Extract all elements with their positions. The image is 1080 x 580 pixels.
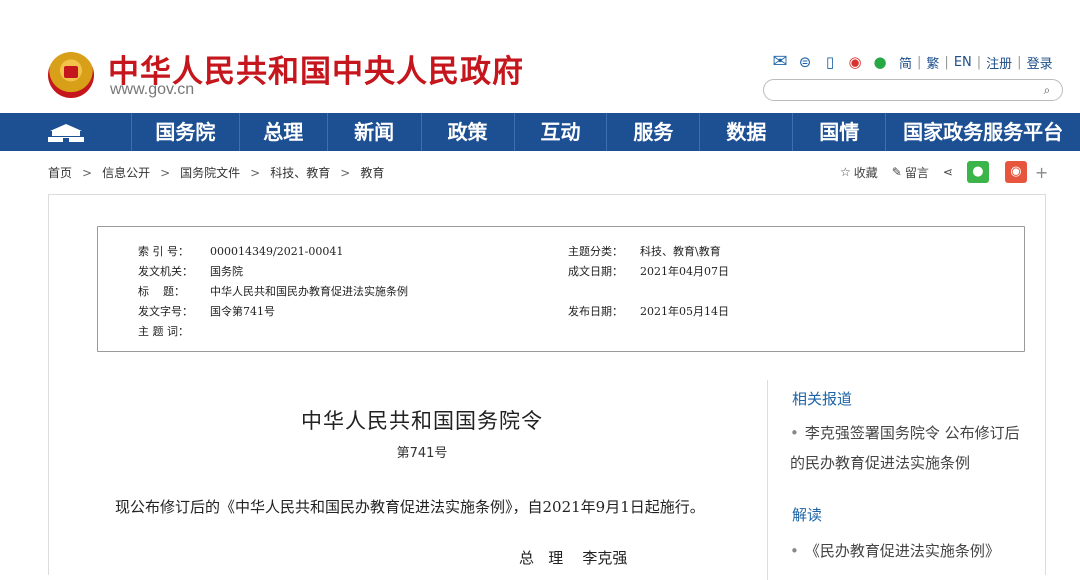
- register-link[interactable]: 注册: [986, 53, 1012, 72]
- login-link[interactable]: 登录: [1027, 53, 1053, 72]
- search-input[interactable]: [774, 82, 1028, 99]
- mail-icon[interactable]: ✉: [770, 53, 790, 71]
- lang-simplified-link[interactable]: 简: [899, 53, 912, 72]
- nav-home-logo[interactable]: [0, 113, 132, 151]
- article-body: 现公布修订后的《中华人民共和国民办教育促进法实施条例》，自2021年9月1日起施…: [115, 498, 705, 516]
- share-icon: ⋖: [942, 165, 953, 179]
- national-emblem-icon[interactable]: [48, 52, 94, 98]
- document-meta-table: 索 引 号： 000014349/2021-00041 主题分类： 科技、教育\教育…: [97, 226, 1025, 352]
- breadcrumb: 首页 > 信息公开 > 国务院文件 > 科技、教育 > 教育: [48, 164, 384, 181]
- nav-interaction[interactable]: 互动: [515, 113, 608, 151]
- weibo-share-icon[interactable]: ◉: [1004, 161, 1027, 183]
- nav-policy[interactable]: 政策: [422, 113, 515, 151]
- comment-button[interactable]: ✎ 留言: [892, 164, 929, 181]
- site-header: 中华人民共和国中央人民政府 www.gov.cn ✉ ⊜ ▯ ◉ ● 简 | 繁…: [0, 0, 1080, 113]
- message-icon[interactable]: ⊜: [795, 53, 815, 71]
- mobile-icon[interactable]: ▯: [820, 53, 840, 71]
- star-icon: ☆: [840, 165, 851, 179]
- chevron-right-icon: >: [82, 165, 93, 180]
- related-reports-heading: 相关报道: [792, 390, 853, 408]
- meta-issuer: 发文机关： 国务院: [138, 265, 243, 278]
- meta-publish-date: 发布日期： 2021年05月14日: [568, 305, 729, 318]
- breadcrumb-science-education[interactable]: 科技、教育: [270, 164, 330, 181]
- tiananmen-gate-icon: [48, 124, 84, 142]
- meta-index: 索 引 号： 000014349/2021-00041: [138, 245, 344, 258]
- interpretation-link[interactable]: • 《民办教育促进法实施条例》: [790, 536, 1026, 566]
- weibo-icon[interactable]: ◉: [845, 53, 865, 71]
- lang-english-link[interactable]: EN: [954, 55, 972, 70]
- nav-premier[interactable]: 总理: [240, 113, 328, 151]
- meta-title: 标 题： 中华人民共和国民办教育促进法实施条例: [138, 285, 408, 298]
- interpretation-heading: 解读: [792, 506, 823, 524]
- meta-topic: 主题分类： 科技、教育\教育: [568, 245, 721, 258]
- pencil-icon: ✎: [891, 165, 902, 179]
- wechat-icon[interactable]: ●: [870, 53, 890, 71]
- wechat-share-icon[interactable]: ●: [966, 161, 989, 183]
- comment-label: 留言: [904, 165, 929, 180]
- breadcrumb-info-public[interactable]: 信息公开: [102, 164, 150, 181]
- bullet-icon: •: [790, 542, 799, 560]
- nav-data[interactable]: 数据: [700, 113, 794, 151]
- header-tools: ✉ ⊜ ▯ ◉ ● 简 | 繁 | EN | 注册 | 登录: [770, 51, 1053, 73]
- more-share-icon[interactable]: +: [1035, 163, 1048, 182]
- nav-gov-service-platform[interactable]: 国家政务服务平台: [886, 113, 1080, 151]
- lang-traditional-link[interactable]: 繁: [926, 53, 939, 72]
- meta-doc-number: 发文字号： 国令第741号: [138, 305, 275, 318]
- language-links: 简 | 繁 | EN | 注册 | 登录: [899, 53, 1053, 72]
- favorite-button[interactable]: ☆ 收藏: [840, 164, 878, 181]
- bullet-icon: •: [790, 424, 799, 442]
- search-box: ⌕: [763, 79, 1063, 101]
- related-report-link[interactable]: • 李克强签署国务院令 公布修订后的民办教育促进法实施条例: [790, 418, 1026, 478]
- nav-services[interactable]: 服务: [607, 113, 701, 151]
- nav-news[interactable]: 新闻: [328, 113, 422, 151]
- search-icon[interactable]: ⌕: [1038, 81, 1056, 99]
- sidebar: 相关报道 • 李克强签署国务院令 公布修订后的民办教育促进法实施条例 解读 • 《民…: [767, 380, 1038, 580]
- breadcrumb-home[interactable]: 首页: [48, 164, 72, 181]
- nav-national-profile[interactable]: 国情: [793, 113, 887, 151]
- chevron-right-icon: >: [160, 165, 171, 180]
- share-button[interactable]: ⋖: [943, 165, 953, 179]
- chevron-right-icon: >: [340, 165, 351, 180]
- page-actions: ☆ 收藏 ✎ 留言 ⋖ ● ◉ +: [840, 161, 1048, 183]
- article-title: 中华人民共和国国务院令: [301, 409, 543, 433]
- content-panel: 索 引 号： 000014349/2021-00041 主题分类： 科技、教育\教育…: [48, 194, 1046, 580]
- main-nav: 国务院 总理 新闻 政策 互动 服务 数据 国情 国家政务服务平台: [0, 113, 1080, 151]
- favorite-label: 收藏: [853, 165, 878, 180]
- chevron-right-icon: >: [250, 165, 261, 180]
- nav-state-council[interactable]: 国务院: [132, 113, 240, 151]
- site-url[interactable]: www.gov.cn: [110, 81, 194, 99]
- breadcrumb-education[interactable]: 教育: [360, 164, 384, 181]
- article-signature: 总 理 李克强: [519, 549, 628, 567]
- breadcrumb-council-docs[interactable]: 国务院文件: [180, 164, 240, 181]
- meta-keywords: 主 题 词：: [138, 325, 189, 338]
- meta-date-made: 成文日期： 2021年04月07日: [568, 265, 729, 278]
- article-number: 第741号: [396, 446, 448, 461]
